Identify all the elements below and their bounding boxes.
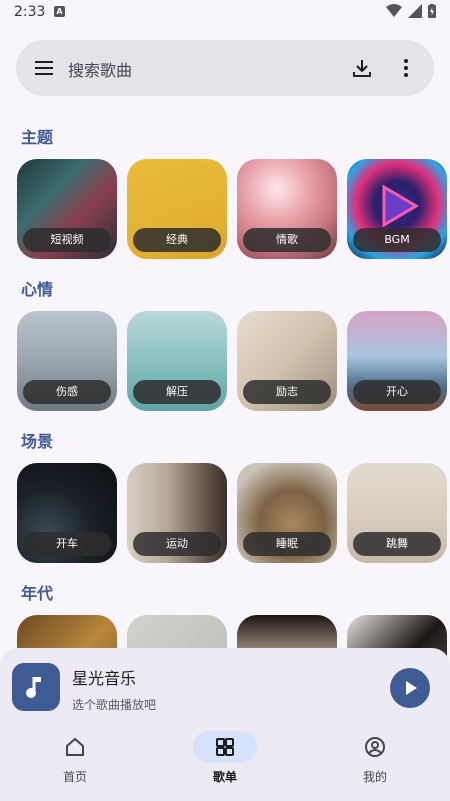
card-row-theme: 短视频 经典 情歌 BGM: [17, 159, 447, 259]
playlist-card[interactable]: 经典: [127, 159, 227, 259]
playlist-card[interactable]: 跳舞: [347, 463, 447, 563]
card-label: 开车: [23, 532, 111, 556]
nav-label-playlist: 歌单: [212, 770, 237, 784]
playlist-card[interactable]: 开车: [17, 463, 117, 563]
status-icons: [386, 4, 436, 18]
nav-item-home[interactable]: 首页: [25, 726, 125, 796]
section-title-scene: 场景: [21, 432, 54, 451]
card-label: 短视频: [23, 228, 111, 252]
playlist-card[interactable]: BGM: [347, 159, 447, 259]
playlist-card[interactable]: 运动: [127, 463, 227, 563]
search-bar[interactable]: 搜索歌曲: [16, 40, 434, 96]
card-label: 跳舞: [353, 532, 441, 556]
card-row-mood: 伤感 解压 励志 开心: [17, 311, 447, 411]
grid-icon: [216, 738, 234, 756]
status-time: 2:33: [14, 4, 46, 20]
album-art: [12, 663, 60, 711]
wifi-icon: [386, 4, 402, 17]
player-title: 星光音乐: [72, 669, 137, 688]
playlist-card[interactable]: 开心: [347, 311, 447, 411]
playlist-card[interactable]: 短视频: [17, 159, 117, 259]
playlist-card[interactable]: 睡眠: [237, 463, 337, 563]
playlist-card[interactable]: 解压: [127, 311, 227, 411]
card-row-scene: 开车 运动 睡眠 跳舞: [17, 463, 447, 563]
card-label: BGM: [353, 228, 441, 252]
account-icon: [365, 737, 385, 757]
card-label: 伤感: [23, 380, 111, 404]
card-label: 睡眠: [243, 532, 331, 556]
card-label: 经典: [133, 228, 221, 252]
signal-icon: [408, 4, 422, 18]
card-label: 情歌: [243, 228, 331, 252]
bottom-nav: 首页 歌单 我的: [0, 726, 450, 801]
card-label: 运动: [133, 532, 221, 556]
more-vert-icon[interactable]: [394, 56, 418, 80]
nav-label-home: 首页: [62, 770, 87, 784]
nav-item-playlist[interactable]: 歌单: [175, 726, 275, 796]
nav-label-mine: 我的: [362, 770, 387, 784]
card-label: 励志: [243, 380, 331, 404]
home-icon: [66, 737, 84, 756]
play-button[interactable]: [390, 668, 430, 708]
section-title-era: 年代: [21, 584, 54, 603]
player-subtitle: 选个歌曲播放吧: [72, 698, 157, 712]
section-title-theme: 主题: [21, 128, 54, 147]
playlist-card[interactable]: 伤感: [17, 311, 117, 411]
playlist-card[interactable]: 情歌: [237, 159, 337, 259]
download-icon[interactable]: [350, 56, 374, 80]
status-bar: 2:33 A: [0, 0, 450, 26]
card-label: 解压: [133, 380, 221, 404]
card-label: 开心: [353, 380, 441, 404]
search-input[interactable]: 搜索歌曲: [68, 57, 132, 81]
play-triangle-icon: [382, 184, 419, 228]
music-note-icon: [26, 677, 41, 698]
menu-icon[interactable]: [34, 58, 54, 78]
play-icon: [406, 681, 417, 695]
nav-item-mine[interactable]: 我的: [325, 726, 425, 796]
battery-icon: [428, 4, 436, 18]
notification-icon: A: [54, 6, 65, 17]
section-title-mood: 心情: [21, 280, 54, 299]
playlist-card[interactable]: 励志: [237, 311, 337, 411]
